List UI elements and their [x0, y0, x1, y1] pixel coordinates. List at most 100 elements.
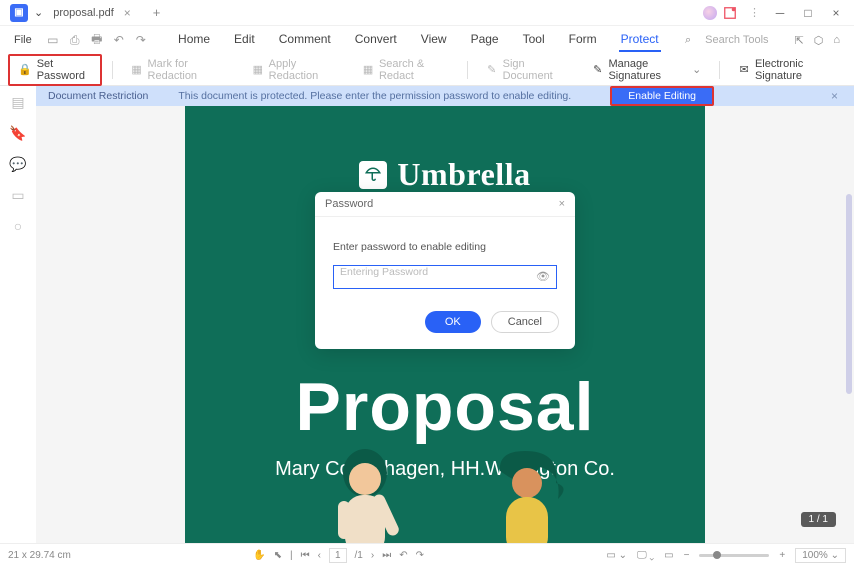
set-password-label: Set Password: [37, 58, 92, 82]
redact-icon: ▦: [131, 63, 143, 77]
tab-edit[interactable]: Edit: [232, 28, 257, 52]
dialog-message: Enter password to enable editing: [333, 241, 557, 253]
attachments-icon[interactable]: ▭: [11, 187, 24, 204]
search-redact-button: ▦ Search & Redact: [354, 55, 457, 85]
restriction-title: Document Restriction: [48, 90, 148, 102]
bookmarks-icon[interactable]: 🔖: [9, 125, 26, 142]
status-bar: 21 x 29.74 cm ✋ ⬉ | ⏮ ‹ 1 /1 › ⏭ ↶ ↷ ▭ ⌄…: [0, 543, 854, 567]
page-number-input[interactable]: 1: [329, 548, 347, 563]
left-sidebar: ▤ 🔖 💬 ▭ ○: [0, 86, 36, 543]
close-window-button[interactable]: ×: [822, 2, 850, 24]
more-icon[interactable]: ⋮: [743, 6, 766, 19]
hand-tool-icon[interactable]: ✋: [253, 550, 265, 561]
close-tab-icon[interactable]: ×: [124, 6, 131, 20]
menubar: File ▭ ⎙ 🖶 ↶ ↷ Home Edit Comment Convert…: [0, 26, 854, 54]
user-avatar[interactable]: [703, 6, 717, 20]
comments-icon[interactable]: 💬: [9, 156, 26, 173]
umbrella-mark-icon: [359, 161, 387, 189]
ribbon-protect: 🔒 Set Password ▦ Mark for Redaction ▦ Ap…: [0, 54, 854, 86]
page-total: /1: [355, 550, 363, 561]
mark-redaction-button: ▦ Mark for Redaction: [123, 55, 234, 85]
print-icon[interactable]: 🖶: [86, 30, 108, 50]
tab-page[interactable]: Page: [469, 28, 501, 52]
brand-logo: Umbrella: [185, 156, 705, 193]
notification-icon[interactable]: [723, 6, 737, 20]
search-panel-icon[interactable]: ○: [14, 218, 22, 234]
fit-page-icon[interactable]: ▭ ⌄: [606, 550, 627, 561]
cancel-button[interactable]: Cancel: [491, 311, 559, 333]
next-page-icon[interactable]: ›: [371, 550, 374, 561]
maximize-button[interactable]: □: [794, 2, 822, 24]
manage-signatures-button[interactable]: ✎ Manage Signatures ⌄: [584, 55, 709, 85]
password-dialog: Password × Enter password to enable edit…: [315, 192, 575, 349]
sign-icon: ✎: [486, 63, 498, 77]
document-tab-label: proposal.pdf: [53, 7, 114, 19]
tab-tool[interactable]: Tool: [521, 28, 547, 52]
show-password-icon[interactable]: 👁: [536, 270, 550, 283]
tab-comment[interactable]: Comment: [277, 28, 333, 52]
zoom-percent[interactable]: 100% ⌄: [795, 548, 846, 563]
dialog-title: Password: [325, 198, 373, 210]
restriction-message: This document is protected. Please enter…: [178, 90, 571, 102]
tab-protect[interactable]: Protect: [619, 28, 661, 52]
zoom-in-icon[interactable]: +: [779, 550, 785, 561]
tab-home[interactable]: Home: [176, 28, 212, 52]
add-tab-button[interactable]: +: [147, 3, 167, 22]
main-area: Document Restriction This document is pr…: [36, 86, 854, 543]
file-menu[interactable]: File: [4, 30, 42, 50]
modal-overlay: Password × Enter password to enable edit…: [36, 192, 854, 349]
tab-convert[interactable]: Convert: [353, 28, 399, 52]
document-title: Proposal: [185, 368, 705, 446]
forward-view-icon[interactable]: ↷: [416, 550, 424, 561]
minimize-button[interactable]: ─: [766, 2, 794, 24]
ok-button[interactable]: OK: [425, 311, 481, 333]
document-tab[interactable]: proposal.pdf ×: [43, 2, 141, 24]
illustration: [185, 443, 705, 543]
tab-form[interactable]: Form: [567, 28, 599, 52]
lock-icon: 🔒: [18, 63, 32, 77]
read-mode-icon[interactable]: ▭: [664, 550, 673, 561]
select-tool-icon[interactable]: ⬉: [274, 550, 282, 561]
search-tools-label[interactable]: Search Tools: [705, 34, 768, 46]
search-icon[interactable]: ⌕: [685, 34, 691, 47]
undo-icon[interactable]: ↶: [108, 30, 130, 50]
set-password-button[interactable]: 🔒 Set Password: [8, 54, 102, 86]
zoom-slider[interactable]: [699, 554, 769, 557]
save-icon[interactable]: ⎙: [64, 30, 86, 50]
first-page-icon[interactable]: ⏮: [301, 550, 310, 561]
person-left-icon: [310, 443, 420, 543]
enable-editing-button[interactable]: Enable Editing: [610, 86, 714, 106]
electronic-signature-button[interactable]: ✉ Electronic Signature: [730, 55, 846, 85]
redo-icon[interactable]: ↷: [130, 30, 152, 50]
password-input-wrap: 👁: [333, 265, 557, 289]
esign-icon: ✉: [738, 63, 750, 77]
last-page-icon[interactable]: ⏭: [382, 550, 391, 561]
display-mode-icon[interactable]: 🖵 ⌄: [637, 550, 654, 561]
apply-icon: ▦: [252, 63, 264, 77]
thumbnails-icon[interactable]: ▤: [11, 94, 24, 111]
zoom-out-icon[interactable]: −: [684, 550, 690, 561]
close-bar-icon[interactable]: ×: [831, 89, 838, 103]
cloud-icon[interactable]: ⬡: [814, 34, 824, 47]
share-icon[interactable]: ⇱: [795, 34, 804, 47]
close-dialog-icon[interactable]: ×: [559, 198, 565, 210]
search-redact-icon: ▦: [362, 63, 374, 77]
chevron-down-icon[interactable]: ⌄: [34, 6, 43, 19]
back-view-icon[interactable]: ↶: [399, 550, 407, 561]
open-icon[interactable]: ▭: [42, 30, 64, 50]
titlebar: ▣ ⌄ proposal.pdf × + ⋮ ─ □ ×: [0, 0, 854, 26]
chevron-down-icon: ⌄: [692, 63, 701, 76]
restriction-bar: Document Restriction This document is pr…: [36, 86, 854, 106]
tab-view[interactable]: View: [419, 28, 449, 52]
home-icon[interactable]: ⌂: [833, 34, 840, 46]
prev-page-icon[interactable]: ‹: [318, 550, 321, 561]
signatures-icon: ✎: [592, 63, 604, 77]
app-logo[interactable]: ▣: [10, 4, 28, 22]
apply-redaction-button: ▦ Apply Redaction: [244, 55, 344, 85]
page-indicator: 1 / 1: [801, 512, 836, 527]
sep: |: [290, 550, 293, 561]
page-dimensions: 21 x 29.74 cm: [8, 550, 71, 561]
password-input[interactable]: [340, 266, 532, 278]
brand-name: Umbrella: [397, 156, 530, 193]
person-right-icon: [470, 443, 580, 543]
